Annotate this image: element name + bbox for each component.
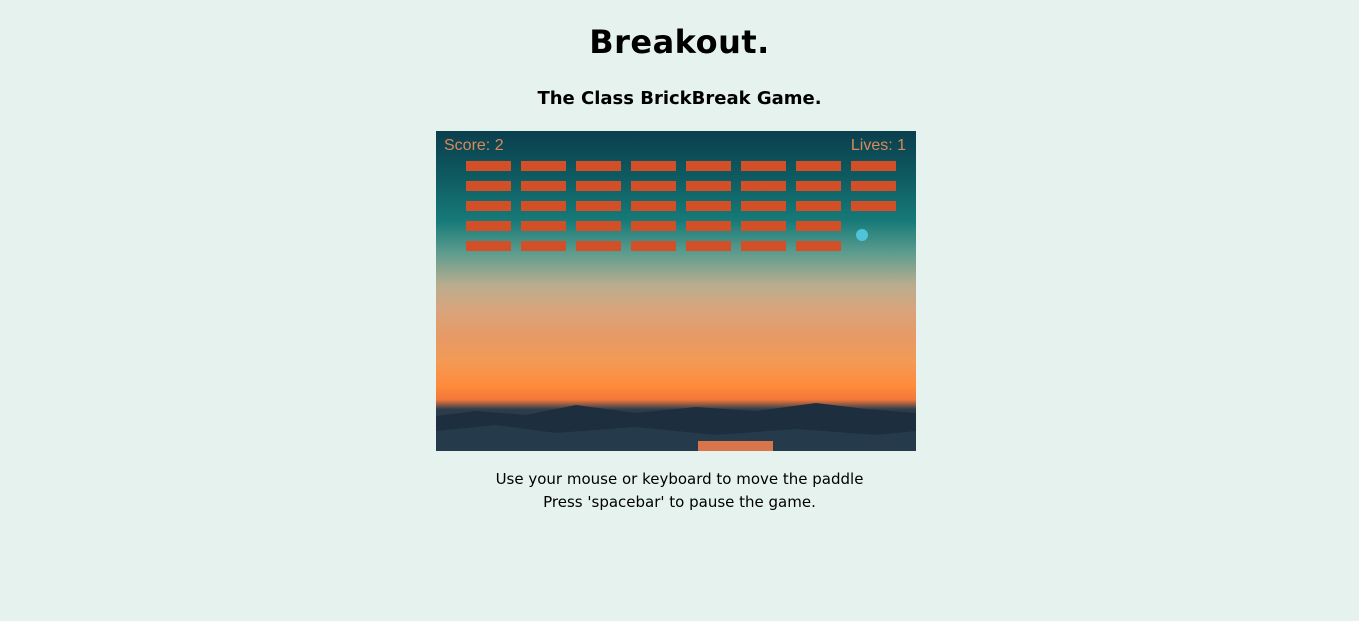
brick <box>576 241 621 251</box>
brick <box>466 201 511 211</box>
brick <box>521 201 566 211</box>
brick <box>576 181 621 191</box>
brick <box>851 161 896 171</box>
instructions-line-mouse: Use your mouse or keyboard to move the p… <box>495 470 864 488</box>
brick <box>521 181 566 191</box>
brick <box>631 181 676 191</box>
brick <box>576 221 621 231</box>
brick <box>686 221 731 231</box>
brick <box>631 221 676 231</box>
brick <box>686 241 731 251</box>
brick <box>851 181 896 191</box>
brick <box>741 201 786 211</box>
brick <box>741 241 786 251</box>
paddle[interactable] <box>698 441 773 451</box>
brick <box>796 181 841 191</box>
mountain-silhouette <box>436 403 916 451</box>
page-title: Breakout. <box>589 23 770 61</box>
brick <box>631 201 676 211</box>
brick <box>466 161 511 171</box>
game-canvas[interactable]: Score: 2 Lives: 1 <box>436 131 916 451</box>
brick <box>686 201 731 211</box>
brick <box>686 181 731 191</box>
lives-display: Lives: 1 <box>850 137 906 154</box>
page: Breakout. The Class BrickBreak Game. Sco… <box>0 0 1359 621</box>
instructions: Use your mouse or keyboard to move the p… <box>0 468 1359 514</box>
score-display: Score: 2 <box>444 137 504 154</box>
brick <box>686 161 731 171</box>
brick <box>796 221 841 231</box>
brick <box>796 201 841 211</box>
brick <box>741 221 786 231</box>
brick <box>796 241 841 251</box>
brick <box>466 241 511 251</box>
instructions-line-pause: Press 'spacebar' to pause the game. <box>543 493 816 511</box>
brick <box>521 241 566 251</box>
ball <box>856 229 868 241</box>
brick <box>576 201 621 211</box>
brick <box>576 161 621 171</box>
page-subtitle: The Class BrickBreak Game. <box>537 88 822 109</box>
brick <box>631 161 676 171</box>
brick <box>741 161 786 171</box>
brick <box>521 161 566 171</box>
brick <box>631 241 676 251</box>
brick <box>466 221 511 231</box>
brick <box>796 161 841 171</box>
brick <box>466 181 511 191</box>
brick <box>741 181 786 191</box>
brick <box>521 221 566 231</box>
brick <box>851 201 896 211</box>
